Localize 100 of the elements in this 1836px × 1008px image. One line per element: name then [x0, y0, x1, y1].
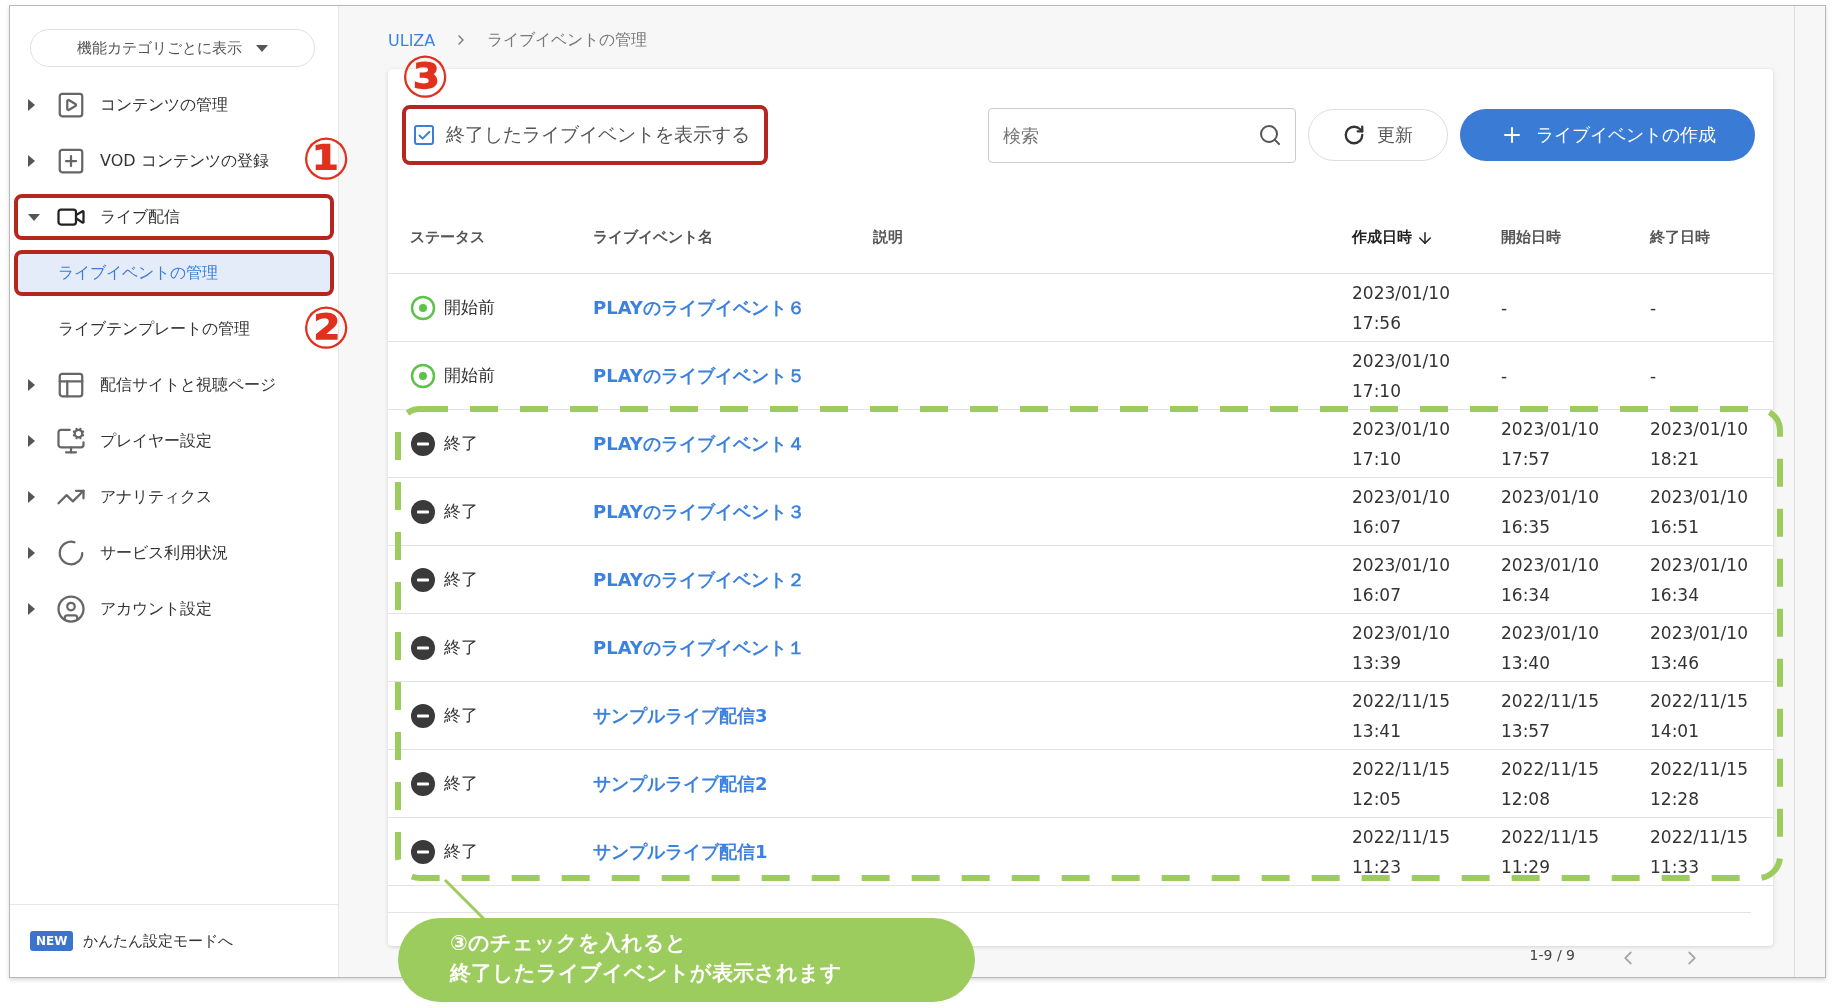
caret-down-icon: [28, 213, 40, 221]
empty-cell: -: [1650, 297, 1657, 318]
date-cell-text: 2022/11/15 11:23: [1352, 825, 1451, 879]
date-cell-text: 2022/11/15 14:01: [1650, 689, 1749, 743]
status-text: 開始前: [444, 296, 495, 319]
status-text: 開始前: [444, 364, 495, 387]
event-name-link[interactable]: サンプルライブ配信3: [593, 704, 768, 726]
caret-right-icon: [28, 379, 35, 391]
date-cell-text: 2022/11/15 11:33: [1650, 825, 1749, 879]
nav-item[interactable]: アナリティクス: [14, 474, 222, 520]
search-icon: [1258, 122, 1282, 147]
number-marker: ①: [300, 126, 352, 192]
checkbox-label: 終了したライブイベントを表示する: [446, 122, 750, 147]
date-cell-text: 2023/01/10 16:07: [1352, 485, 1451, 539]
easy-mode-link[interactable]: かんたん設定モードへ: [83, 931, 234, 951]
minus-circle-icon: [410, 430, 436, 457]
column-header: 開始日時: [1501, 228, 1561, 247]
empty-cell: -: [1650, 365, 1657, 386]
event-name-link[interactable]: PLAYのライブイベント３: [593, 500, 805, 522]
callout-text: 終了したライブイベントが表示されます: [450, 960, 842, 987]
date-cell-text: 2023/01/10 16:51: [1650, 485, 1749, 539]
callout-text: ③のチェックを入れると: [450, 930, 687, 957]
date-cell-text: 2023/01/10 16:34: [1650, 553, 1749, 607]
nav-item[interactable]: ライブ配信: [14, 194, 334, 240]
status-text: 終了: [444, 432, 478, 455]
date-cell-text: 2023/01/10 17:10: [1352, 349, 1451, 403]
event-name-link[interactable]: PLAYのライブイベント５: [593, 364, 805, 386]
status-text: 終了: [444, 840, 478, 863]
nav-item[interactable]: VOD コンテンツの登録: [14, 138, 279, 184]
breadcrumb-current: ライブイベントの管理: [487, 29, 648, 51]
status-text: 終了: [444, 636, 478, 659]
checkbox[interactable]: [414, 125, 434, 145]
date-cell-text: 2023/01/10 17:57: [1501, 417, 1600, 471]
ring-dot-icon: [410, 362, 436, 389]
event-name-link[interactable]: PLAYのライブイベント４: [593, 432, 805, 454]
caret-right-icon: [28, 155, 35, 167]
date-cell-text: 2023/01/10 16:35: [1501, 485, 1600, 539]
user-circle-icon: [56, 594, 86, 624]
date-cell-text: 2023/01/10 17:56: [1352, 281, 1451, 335]
refresh-icon: [1343, 124, 1365, 146]
minus-circle-icon: [410, 566, 436, 593]
nav-item[interactable]: 配信サイトと視聴ページ: [14, 362, 286, 408]
caret-right-icon: [28, 99, 35, 111]
nav-item[interactable]: アカウント設定: [14, 586, 222, 632]
plus-square-icon: [56, 146, 86, 176]
page-range: 1-9 / 9: [1529, 947, 1575, 963]
event-name-link[interactable]: PLAYのライブイベント６: [593, 296, 805, 318]
column-header[interactable]: 作成日時: [1352, 228, 1434, 247]
date-cell-text: 2022/11/15 12:08: [1501, 757, 1600, 811]
refresh-button[interactable]: 更新: [1308, 109, 1448, 161]
event-name-link[interactable]: PLAYのライブイベント１: [593, 636, 805, 658]
caret-right-icon: [28, 603, 35, 615]
nav-subitem[interactable]: ライブイベントの管理: [14, 250, 334, 296]
column-header: 終了日時: [1650, 228, 1710, 247]
caret-right-icon: [28, 547, 35, 559]
status-text: 終了: [444, 704, 478, 727]
breadcrumb-link[interactable]: ULIZA: [388, 30, 436, 50]
empty-cell: -: [1501, 365, 1508, 386]
new-badge: NEW: [30, 931, 74, 951]
layout-icon: [56, 370, 86, 400]
column-header: 説明: [873, 228, 903, 247]
monitor-gear-icon: [56, 426, 86, 456]
event-name-link[interactable]: サンプルライブ配信1: [593, 840, 768, 862]
date-cell-text: 2023/01/10 13:39: [1352, 621, 1451, 675]
date-cell-text: 2022/11/15 11:29: [1501, 825, 1600, 879]
empty-cell: -: [1501, 297, 1508, 318]
minus-circle-icon: [410, 838, 436, 865]
date-cell-text: 2023/01/10 17:10: [1352, 417, 1451, 471]
status-text: 終了: [444, 568, 478, 591]
date-cell-text: 2022/11/15 13:57: [1501, 689, 1600, 743]
date-cell-text: 2022/11/15 12:05: [1352, 757, 1451, 811]
caret-down-icon: [256, 44, 268, 52]
date-cell-text: 2023/01/10 18:21: [1650, 417, 1749, 471]
nav-subitem[interactable]: ライブテンプレートの管理: [14, 306, 260, 352]
column-header: ステータス: [410, 228, 485, 247]
nav-item[interactable]: コンテンツの管理: [14, 82, 238, 128]
minus-circle-icon: [410, 498, 436, 525]
date-cell-text: 2022/11/15 13:41: [1352, 689, 1451, 743]
minus-circle-icon: [410, 702, 436, 729]
number-marker: ②: [300, 295, 352, 361]
event-name-link[interactable]: サンプルライブ配信2: [593, 772, 768, 794]
search-field[interactable]: 検索: [988, 107, 1296, 163]
column-header: ライブイベント名: [593, 228, 713, 247]
minus-circle-icon: [410, 770, 436, 797]
date-cell-text: 2023/01/10 16:07: [1352, 553, 1451, 607]
date-cell-text: 2023/01/10 13:46: [1650, 621, 1749, 675]
play-square-icon: [56, 90, 86, 120]
status-text: 終了: [444, 772, 478, 795]
caret-right-icon: [28, 491, 35, 503]
ring-dot-icon: [410, 294, 436, 321]
event-name-link[interactable]: PLAYのライブイベント２: [593, 568, 805, 590]
show-ended-checkbox[interactable]: 終了したライブイベントを表示する: [402, 105, 768, 165]
nav-item[interactable]: プレイヤー設定: [14, 418, 222, 464]
date-cell-text: 2022/11/15 12:28: [1650, 757, 1749, 811]
category-dropdown[interactable]: 機能カテゴリごとに表示: [30, 29, 315, 67]
nav-item[interactable]: サービス利用状況: [14, 530, 238, 576]
status-text: 終了: [444, 500, 478, 523]
create-button[interactable]: ライブイベントの作成: [1460, 109, 1755, 161]
date-cell-text: 2023/01/10 16:34: [1501, 553, 1600, 607]
minus-circle-icon: [410, 634, 436, 661]
